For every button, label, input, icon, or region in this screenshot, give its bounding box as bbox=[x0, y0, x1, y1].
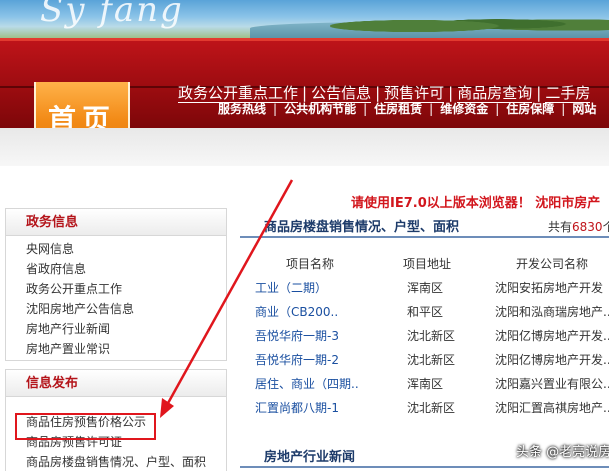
record-count: 共有6830个 bbox=[548, 220, 609, 234]
cell-developer: 沈阳亿博房地产开发... bbox=[495, 353, 609, 367]
cell-developer: 沈阳嘉兴置业有限公... bbox=[495, 377, 609, 391]
col-project-address: 项目地址 bbox=[403, 257, 452, 271]
cell-project-name[interactable]: 工业（二期） bbox=[255, 276, 327, 300]
cell-developer: 沈阳和泓商瑞房地产... bbox=[495, 305, 609, 319]
browser-notice: 请使用IE7.0以上版本浏览器！ 沈阳市房产 bbox=[351, 196, 601, 211]
sidebar-item-central-news[interactable]: 央网信息 bbox=[6, 239, 226, 259]
sub-link-maintenance-fund[interactable]: 维修资金 bbox=[440, 102, 488, 116]
cell-project-name[interactable]: 居住、商业（四期.. bbox=[255, 372, 359, 396]
sub-link-rental[interactable]: 住房租赁 bbox=[374, 102, 422, 116]
section-sales-status-title[interactable]: 商品房楼盘销售情况、户型、面积 bbox=[264, 216, 459, 235]
projects-table: 项目名称 项目地址 开发公司名称 工业（二期） 浑南区 沈阳安拓房地产开发 商业… bbox=[240, 252, 609, 420]
table-row: 居住、商业（四期.. 浑南区 沈阳嘉兴置业有限公... bbox=[240, 372, 609, 396]
banner-logo-script: Sy fang bbox=[40, 0, 184, 30]
cell-address: 和平区 bbox=[407, 305, 444, 319]
sidebar-item-sales-status[interactable]: 商品房楼盘销售情况、户型、面积 bbox=[6, 452, 226, 471]
cell-developer: 沈阳汇置高祺房地产... bbox=[495, 401, 609, 415]
cell-project-name[interactable]: 汇置尚都八期-1 bbox=[255, 396, 339, 420]
banner-image: Sy fang bbox=[0, 0, 609, 38]
cell-project-name[interactable]: 吾悦华府一期-3 bbox=[255, 324, 339, 348]
cell-developer: 沈阳安拓房地产开发 bbox=[495, 281, 604, 295]
sidebar-gov-info: 政务信息 央网信息 省政府信息 政务公开重点工作 沈阳房地产公告信息 房地产行业… bbox=[5, 208, 227, 361]
section-industry-news-title[interactable]: 房地产行业新闻 bbox=[264, 446, 355, 465]
sub-link-website[interactable]: 网站 bbox=[572, 102, 596, 116]
sidebar-item-gov-affairs[interactable]: 政务公开重点工作 bbox=[6, 279, 226, 299]
table-row: 吾悦华府一期-2 沈北新区 沈阳亿博房地产开发... bbox=[240, 348, 609, 372]
cell-address: 浑南区 bbox=[407, 377, 444, 391]
sub-link-hotline[interactable]: 服务热线 bbox=[218, 102, 266, 116]
cell-address: 沈北新区 bbox=[407, 329, 456, 343]
cell-developer: 沈阳亿博房地产开发... bbox=[495, 329, 609, 343]
table-row: 吾悦华府一期-3 沈北新区 沈阳亿博房地产开发... bbox=[240, 324, 609, 348]
sidebar-item-buying-tips[interactable]: 房地产置业常识 bbox=[6, 339, 226, 359]
grey-strip bbox=[0, 128, 609, 166]
cell-address: 浑南区 bbox=[407, 281, 444, 295]
sidebar-item-industry-news[interactable]: 房地产行业新闻 bbox=[6, 319, 226, 339]
col-developer: 开发公司名称 bbox=[516, 257, 589, 271]
table-header: 项目名称 项目地址 开发公司名称 bbox=[240, 252, 609, 276]
cell-project-name[interactable]: 吾悦华府一期-2 bbox=[255, 348, 339, 372]
sidebar-info-release-title: 信息发布 bbox=[6, 370, 226, 397]
table-row: 商业（CB200.. 和平区 沈阳和泓商瑞房地产... bbox=[240, 300, 609, 324]
section-sales-status: 商品房楼盘销售情况、户型、面积 共有6830个 bbox=[240, 210, 609, 238]
sub-links: 服务热线 | 公共机构节能 | 住房租赁 | 维修资金 | 住房保障 | 网站 bbox=[218, 102, 597, 116]
sub-link-housing-security[interactable]: 住房保障 bbox=[506, 102, 554, 116]
table-row: 汇置尚都八期-1 沈北新区 沈阳汇置高祺房地产... bbox=[240, 396, 609, 420]
cell-project-name[interactable]: 商业（CB200.. bbox=[255, 300, 338, 324]
watermark: 头条 @老亮说房 bbox=[516, 445, 609, 460]
cell-address: 沈北新区 bbox=[407, 401, 456, 415]
banner-trees bbox=[330, 12, 609, 32]
sub-link-energy[interactable]: 公共机构节能 bbox=[284, 102, 356, 116]
col-project-name: 项目名称 bbox=[286, 257, 335, 271]
nav-top-line bbox=[0, 38, 609, 41]
table-row: 工业（二期） 浑南区 沈阳安拓房地产开发 bbox=[240, 276, 609, 300]
sidebar-item-provincial-info[interactable]: 省政府信息 bbox=[6, 259, 226, 279]
sidebar-gov-info-title: 政务信息 bbox=[6, 209, 226, 236]
cell-address: 沈北新区 bbox=[407, 353, 456, 367]
sidebar-item-real-estate-notices[interactable]: 沈阳房地产公告信息 bbox=[6, 299, 226, 319]
highlight-box bbox=[15, 413, 156, 440]
